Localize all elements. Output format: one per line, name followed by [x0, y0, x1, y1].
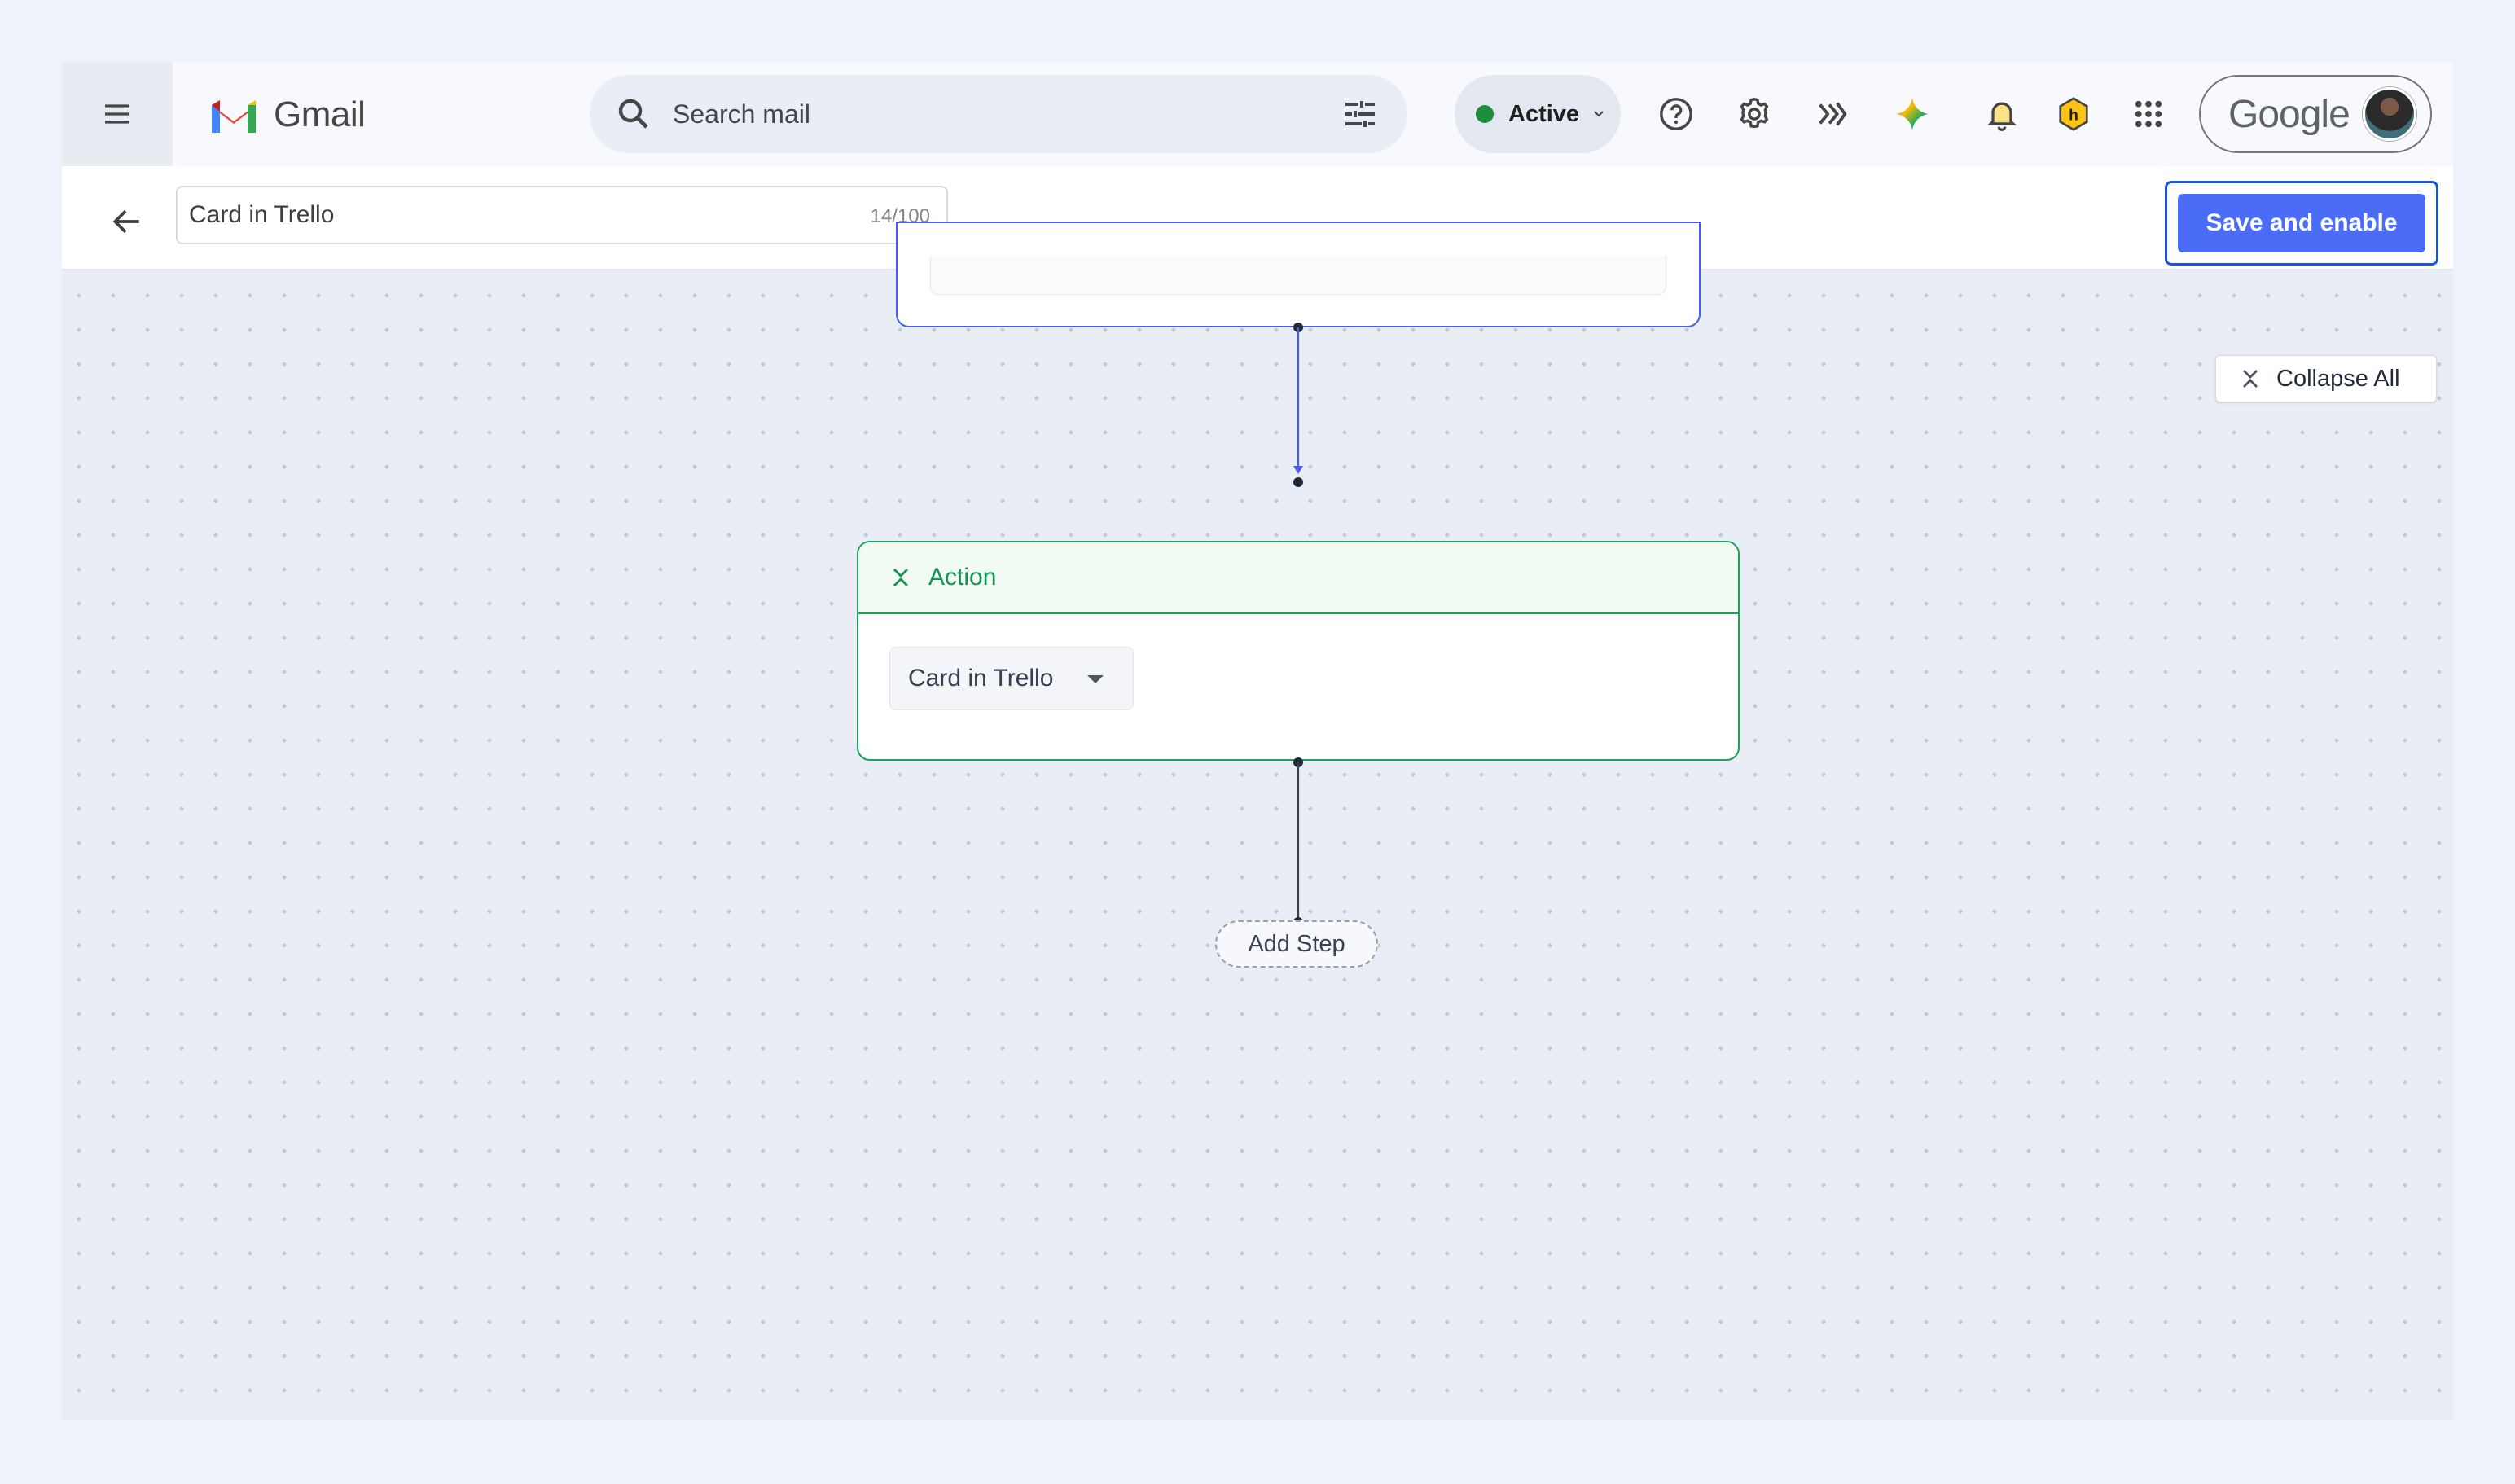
- collapse-icon: [2243, 370, 2258, 388]
- gmail-logo-text: Gmail: [274, 94, 366, 134]
- apps-grid-icon: [2135, 100, 2162, 128]
- honey-button[interactable]: h: [2051, 91, 2096, 137]
- action-card-title: Action: [928, 564, 997, 591]
- status-selector[interactable]: Active: [1455, 75, 1621, 153]
- save-and-enable-button[interactable]: Save and enable: [2178, 194, 2425, 252]
- collapse-all-label: Collapse All: [2276, 365, 2400, 392]
- workflow-name-field[interactable]: 14/100: [176, 186, 948, 244]
- search-options-icon[interactable]: [1341, 94, 1380, 134]
- trigger-card-field: [930, 256, 1666, 295]
- save-button-focus-ring: Save and enable: [2165, 181, 2438, 266]
- extension-icon: [1819, 102, 1847, 126]
- status-indicator: [1476, 105, 1494, 123]
- back-button[interactable]: [104, 199, 150, 244]
- apps-button[interactable]: [2126, 91, 2171, 137]
- gmail-m-logo: [212, 100, 256, 133]
- action-card-header[interactable]: Action: [858, 542, 1738, 614]
- hamburger-menu-icon: [105, 104, 129, 124]
- workflow-canvas[interactable]: Collapse All Action Card in Trello Add S…: [62, 222, 2453, 1420]
- honey-icon: h: [2059, 97, 2088, 131]
- settings-button[interactable]: [1732, 91, 1777, 137]
- action-card[interactable]: Action Card in Trello: [857, 541, 1740, 761]
- arrow-back-icon: [112, 209, 139, 234]
- search-input[interactable]: [673, 99, 1308, 130]
- add-step-button[interactable]: Add Step: [1215, 920, 1378, 968]
- notifications-icon: [1987, 102, 2017, 131]
- status-label: Active: [1508, 100, 1580, 127]
- gemini-icon: [1895, 97, 1929, 131]
- connector-action-to-add: [1293, 757, 1303, 927]
- settings-icon: [1740, 98, 1769, 129]
- notifications-button[interactable]: [1979, 91, 2025, 137]
- action-app-selected: Card in Trello: [908, 665, 1054, 692]
- gmail-header: Gmail Active: [62, 62, 2453, 166]
- avatar: [2362, 87, 2416, 141]
- main-menu-button[interactable]: [62, 62, 173, 166]
- workflow-name-input[interactable]: [189, 201, 824, 229]
- extension-button[interactable]: [1810, 91, 1855, 137]
- gemini-button[interactable]: [1890, 91, 1935, 137]
- caret-down-icon: [1087, 675, 1104, 683]
- svg-text:h: h: [2069, 108, 2078, 125]
- search-icon[interactable]: [614, 94, 653, 134]
- gmail-logo[interactable]: Gmail: [208, 93, 366, 137]
- help-icon: [1660, 98, 1692, 130]
- collapse-all-button[interactable]: Collapse All: [2215, 355, 2437, 402]
- app-window: Gmail Active: [62, 62, 2453, 1420]
- connector-trigger-to-action: [1293, 323, 1303, 487]
- google-brand: Google: [2228, 92, 2350, 136]
- search-bar[interactable]: [590, 75, 1407, 153]
- account-button[interactable]: Google: [2199, 75, 2432, 153]
- action-app-select[interactable]: Card in Trello: [889, 647, 1134, 710]
- chevron-down-icon: [1594, 111, 1604, 117]
- help-button[interactable]: [1653, 91, 1699, 137]
- collapse-toggle-icon[interactable]: [891, 565, 911, 590]
- trigger-card[interactable]: [896, 222, 1701, 327]
